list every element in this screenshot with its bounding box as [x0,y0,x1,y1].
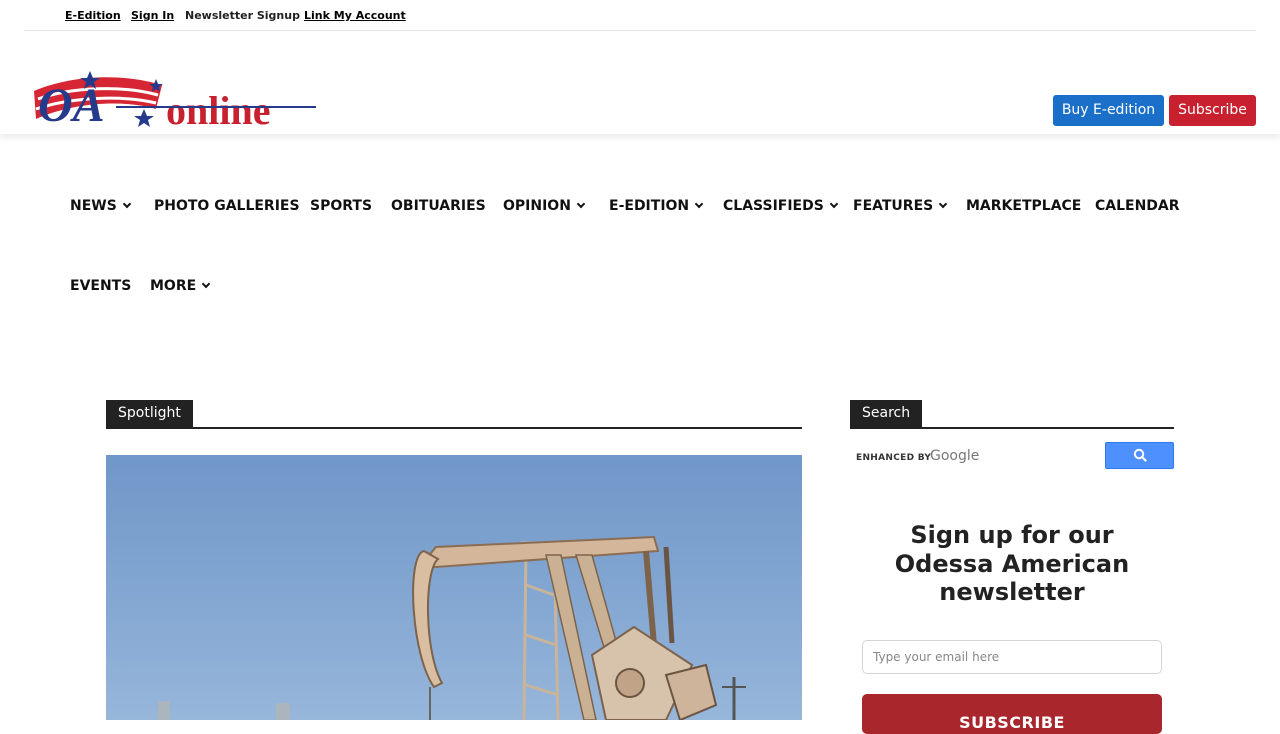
newsletter-signup-link[interactable]: Newsletter Signup [185,9,300,22]
nav-item-photo-galleries[interactable]: PHOTO GALLERIES [154,198,300,214]
subscribe-button[interactable]: Subscribe [1169,95,1256,126]
nav-item-e-edition[interactable]: E-EDITION [609,198,704,214]
spotlight-title: Spotlight [106,400,193,427]
nav-item-marketplace[interactable]: MARKETPLACE [966,198,1081,214]
nav-item-more[interactable]: MORE [150,278,211,294]
nav-item-features[interactable]: FEATURES [853,198,948,214]
sign-in-link[interactable]: Sign In [131,9,174,22]
nav-item-calendar[interactable]: CALENDAR [1095,198,1180,214]
enhanced-by-label: ENHANCED BY [856,453,932,463]
site-header: OA online Buy E-edition Subscribe [0,31,1280,134]
nav-item-sports[interactable]: SPORTS [310,198,372,214]
nav-item-opinion[interactable]: OPINION [503,198,586,214]
link-my-account-link[interactable]: Link My Account [304,9,406,22]
search-title: Search [850,400,923,427]
search-icon [1133,448,1147,462]
logo-wordmark: online [166,88,270,129]
spotlight-image[interactable] [106,455,802,720]
nav-item-obituaries[interactable]: OBITUARIES [391,198,486,214]
search-header: Search [850,400,1174,429]
chevron-down-icon [201,279,211,289]
e-edition-link[interactable]: E-Edition [65,9,121,22]
nav-item-news[interactable]: NEWS [70,198,132,214]
newsletter-title: Sign up for our Odessa American newslett… [894,521,1130,606]
pumpjack-illustration [158,535,746,720]
top-utility-bar: E-Edition Sign In Newsletter Signup Link… [24,0,1256,31]
nav-item-classifieds[interactable]: CLASSIFIEDS [723,198,839,214]
newsletter-subscribe-button[interactable]: SUBSCRIBE [862,694,1162,734]
spotlight-header: Spotlight [106,400,802,429]
buy-e-edition-button[interactable]: Buy E-edition [1053,95,1164,126]
search-input[interactable]: ENHANCED BY Google [850,442,1105,469]
oa-online-logo[interactable]: OA online [32,69,318,129]
chevron-down-icon [694,199,704,209]
nav-item-events[interactable]: EVENTS [70,278,131,294]
chevron-down-icon [576,199,586,209]
newsletter-email-input[interactable] [862,640,1162,674]
chevron-down-icon [122,199,132,209]
search-button[interactable] [1105,442,1174,469]
chevron-down-icon [938,199,948,209]
svg-text:OA: OA [38,79,105,129]
chevron-down-icon [829,199,839,209]
google-logo-text: Google [930,448,980,464]
